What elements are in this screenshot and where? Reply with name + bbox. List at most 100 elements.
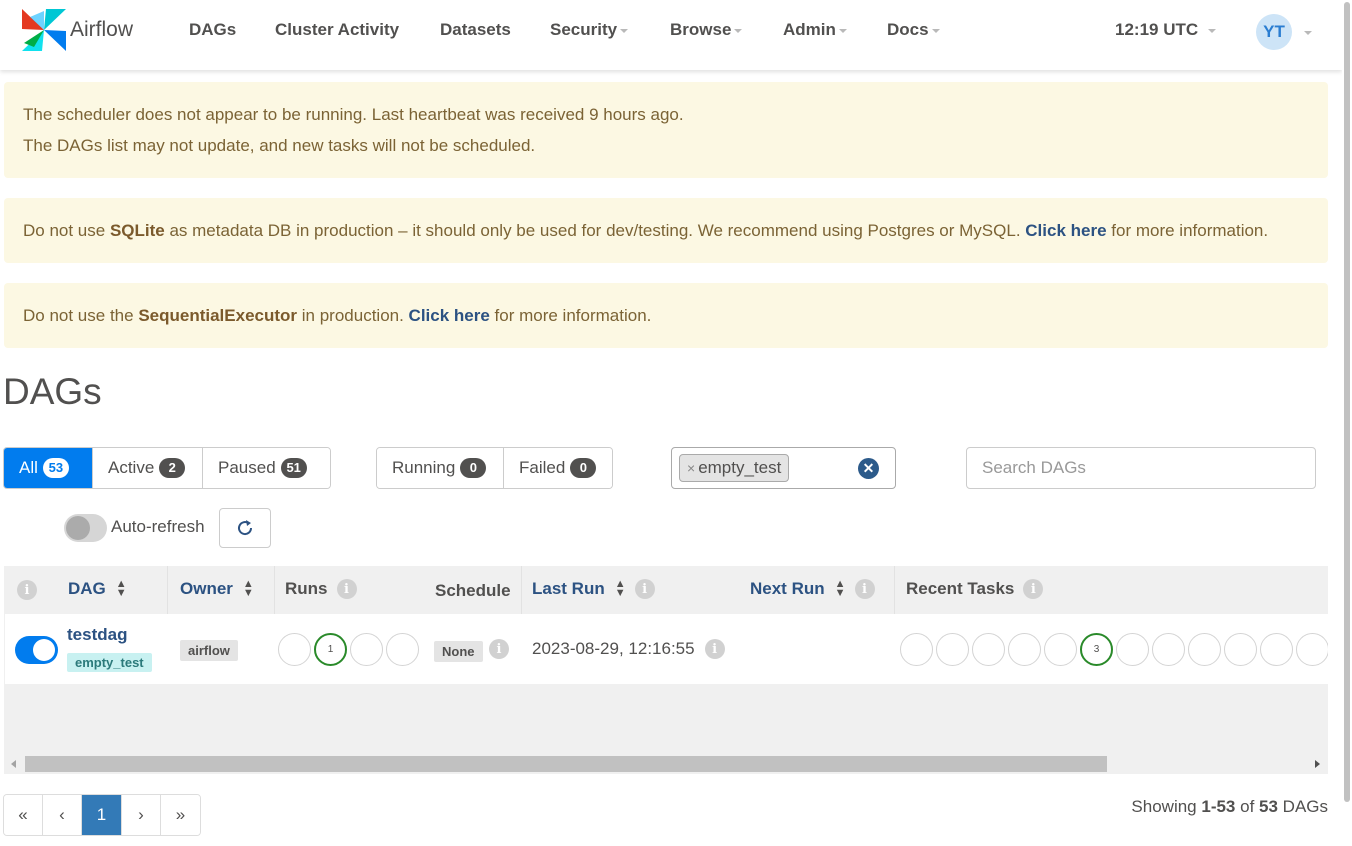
info-icon[interactable]: i — [336, 579, 357, 599]
header-schedule: Schedule — [435, 581, 511, 601]
nav-cluster-activity[interactable]: Cluster Activity — [275, 20, 399, 40]
header-schedule-label: Schedule — [435, 581, 511, 600]
task-state-circle[interactable] — [1152, 633, 1185, 666]
filter-paused-button[interactable]: Paused 51 — [203, 448, 330, 488]
task-state-circle[interactable] — [1116, 633, 1149, 666]
filter-all-button[interactable]: All 53 — [4, 448, 93, 488]
scroll-thumb[interactable] — [1344, 2, 1350, 802]
first-page-button[interactable]: « — [4, 795, 43, 835]
table-header: i DAG ▲ ▼ Owner ▲ ▼ Runs i Schedule Last R… — [4, 566, 1328, 614]
filter-active-button[interactable]: Active 2 — [93, 448, 203, 488]
task-state-circle[interactable] — [1044, 633, 1077, 666]
filter-failed-count: 0 — [570, 458, 597, 478]
nav-datasets[interactable]: Datasets — [440, 20, 511, 40]
prev-page-button[interactable]: ‹ — [43, 795, 82, 835]
tag-filter-select[interactable]: × empty_test ✕ — [671, 447, 896, 489]
scroll-left-icon[interactable] — [11, 760, 16, 768]
table-horizontal-scrollbar[interactable] — [4, 754, 1328, 774]
brand[interactable]: Airflow — [20, 7, 133, 53]
run-state-circle[interactable] — [278, 633, 311, 666]
alert-text: as metadata DB in production – it should… — [164, 221, 1026, 240]
alert-text: Do not use — [23, 221, 110, 240]
alert-text: Do not use the — [23, 306, 139, 325]
next-page-button[interactable]: › — [122, 795, 161, 835]
nav-cluster-activity-label: Cluster Activity — [275, 20, 400, 39]
caret-down-icon — [1304, 31, 1312, 35]
header-owner[interactable]: Owner ▲ ▼ — [180, 579, 254, 599]
header-dag[interactable]: DAG ▲ ▼ — [68, 579, 127, 599]
nav-browse[interactable]: Browse — [670, 20, 743, 40]
timezone-dropdown[interactable]: 12:19 UTC — [1115, 20, 1217, 40]
info-icon[interactable]: i — [489, 639, 509, 659]
run-state-circle[interactable] — [386, 633, 419, 666]
caret-down-icon — [1208, 29, 1217, 33]
dag-tag[interactable]: empty_test — [67, 653, 152, 672]
header-last-run-label: Last Run — [532, 579, 605, 598]
showing-text: of — [1235, 797, 1260, 816]
dag-id-link[interactable]: testdag — [67, 625, 127, 645]
task-state-circle[interactable] — [1188, 633, 1221, 666]
table-row: testdag empty_test airflow 1 None i 2023… — [5, 614, 1328, 684]
filter-failed-button[interactable]: Failed 0 — [504, 448, 612, 488]
dags-table: i DAG ▲ ▼ Owner ▲ ▼ Runs i Schedule Last R… — [4, 566, 1328, 774]
sort-icon: ▲ ▼ — [242, 578, 254, 599]
sqlite-click-here-link[interactable]: Click here — [1025, 221, 1106, 240]
refresh-button[interactable] — [219, 508, 271, 548]
run-success-count: 1 — [327, 644, 334, 655]
auto-refresh-toggle[interactable] — [64, 514, 107, 542]
header-recent-tasks: Recent Tasks i — [906, 579, 1044, 599]
scroll-right-icon[interactable] — [1315, 760, 1320, 768]
airflow-logo-icon — [22, 9, 66, 51]
filter-running-button[interactable]: Running 0 — [377, 448, 504, 488]
info-icon[interactable]: i — [704, 639, 725, 659]
task-state-circle[interactable] — [1008, 633, 1041, 666]
nav-security[interactable]: Security — [550, 20, 629, 40]
filter-running-count: 0 — [460, 458, 487, 478]
info-icon[interactable]: i — [1023, 579, 1044, 599]
task-state-circle[interactable] — [1224, 633, 1257, 666]
brand-name: Airflow — [70, 18, 134, 41]
last-run-link[interactable]: 2023-08-29, 12:16:55 — [532, 639, 695, 659]
task-state-circle[interactable] — [900, 633, 933, 666]
header-last-run[interactable]: Last Run ▲ ▼ i — [532, 579, 655, 599]
dag-pause-toggle[interactable] — [15, 636, 58, 664]
alert-text: for more information. — [489, 306, 652, 325]
nav-admin[interactable]: Admin — [783, 20, 847, 40]
sort-icon: ▲ ▼ — [115, 578, 127, 599]
selected-tag-label: empty_test — [698, 458, 782, 477]
run-state-circle[interactable] — [350, 633, 383, 666]
info-icon[interactable]: i — [17, 580, 37, 600]
search-dags-input[interactable] — [966, 447, 1316, 489]
selected-tag-chip: × empty_test — [679, 454, 790, 482]
task-state-circle[interactable] — [936, 633, 969, 666]
nav-dags-label: DAGs — [189, 20, 237, 39]
page-1-button[interactable]: 1 — [82, 795, 122, 835]
alert-bold: SequentialExecutor — [138, 306, 298, 325]
remove-tag-icon[interactable]: × — [687, 460, 695, 476]
nav-dags[interactable]: DAGs — [189, 20, 236, 40]
scroll-thumb[interactable] — [25, 756, 1107, 772]
alert-text: in production. — [297, 306, 409, 325]
nav-docs[interactable]: Docs — [887, 20, 940, 40]
info-icon[interactable]: i — [854, 579, 875, 599]
owner-tag[interactable]: airflow — [180, 640, 238, 661]
last-page-button[interactable]: » — [161, 795, 200, 835]
user-menu[interactable]: YT — [1256, 14, 1312, 50]
info-icon[interactable]: i — [634, 579, 655, 599]
clear-tags-icon[interactable]: ✕ — [858, 458, 879, 479]
executor-click-here-link[interactable]: Click here — [409, 306, 490, 325]
task-state-circle[interactable] — [1260, 633, 1293, 666]
nav-docs-label: Docs — [887, 20, 929, 39]
sort-icon: ▲ ▼ — [614, 578, 626, 599]
scheduler-alert-line1: The scheduler does not appear to be runn… — [23, 105, 684, 124]
task-state-circle[interactable] — [1296, 633, 1328, 666]
page-vertical-scrollbar[interactable] — [1342, 0, 1352, 846]
current-time: 12:19 UTC — [1115, 20, 1199, 39]
caret-down-icon — [620, 29, 629, 33]
task-state-circle-success[interactable]: 3 — [1080, 633, 1113, 666]
header-next-run[interactable]: Next Run ▲ ▼ i — [750, 579, 875, 599]
run-state-circle-success[interactable]: 1 — [314, 633, 347, 666]
task-state-circle[interactable] — [972, 633, 1005, 666]
sort-icon: ▲ ▼ — [834, 578, 846, 599]
column-divider — [894, 566, 895, 614]
